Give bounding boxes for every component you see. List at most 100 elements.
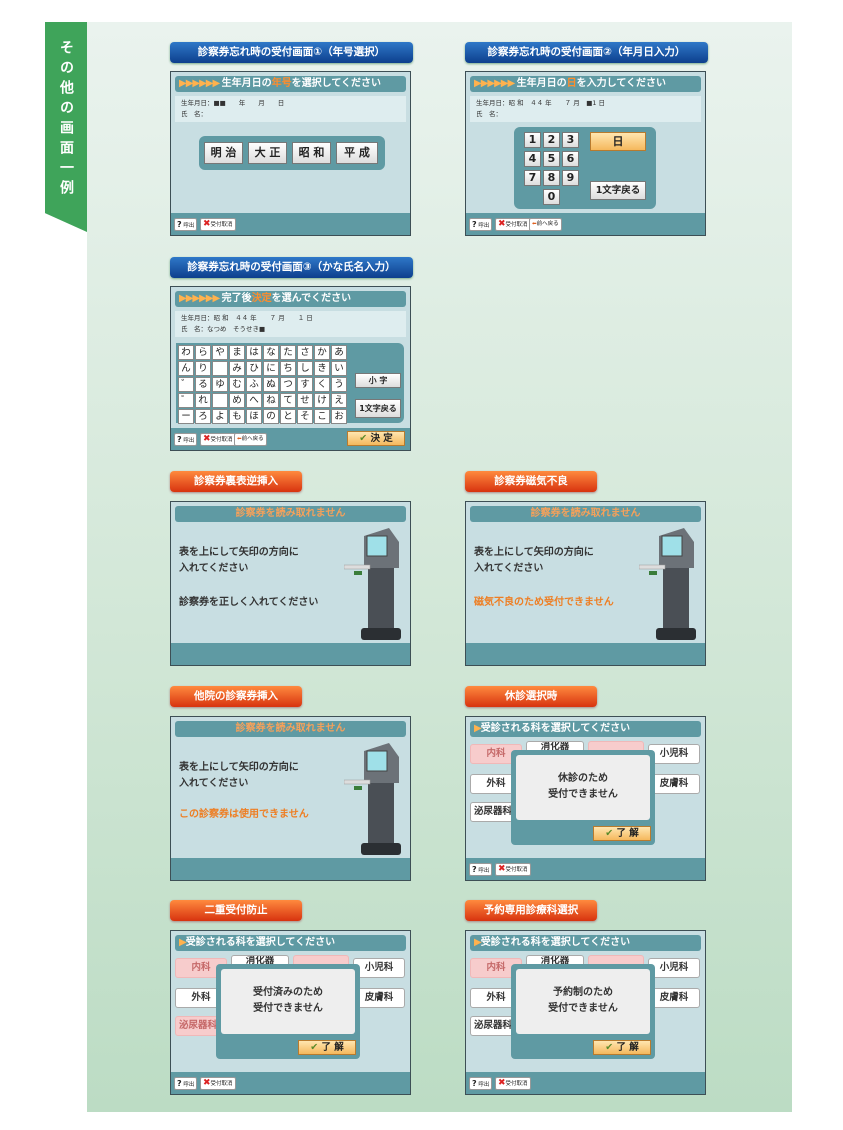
decide-button[interactable]: ✔ 決 定 xyxy=(347,431,405,446)
kana-key[interactable]: れ xyxy=(195,393,211,408)
kana-key[interactable]: い xyxy=(331,361,347,376)
kana-key[interactable]: ち xyxy=(280,361,296,376)
kana-key[interactable]: ん xyxy=(178,361,194,376)
cancel-button[interactable]: ✖受付取消 xyxy=(200,1077,236,1090)
dept-button-pediatrics[interactable]: 小児科 xyxy=(648,744,700,764)
kana-key[interactable]: こ xyxy=(314,409,330,424)
kana-key[interactable]: み xyxy=(229,361,245,376)
kana-key[interactable]: そ xyxy=(297,409,313,424)
cancel-button[interactable]: ✖受付取消 xyxy=(200,218,236,231)
ok-button[interactable]: ✔ 了 解 xyxy=(298,1040,356,1055)
kana-key[interactable]: ゛ xyxy=(178,377,194,392)
kana-key[interactable]: ほ xyxy=(246,409,262,424)
kana-key[interactable]: ね xyxy=(263,393,279,408)
key-5[interactable]: 5 xyxy=(543,151,560,167)
call-button[interactable]: ? 呼出 xyxy=(174,1077,198,1090)
cancel-button[interactable]: ✖受付取消 xyxy=(495,1077,531,1090)
kana-key[interactable]: の xyxy=(263,409,279,424)
key-1[interactable]: 1 xyxy=(524,132,541,148)
kana-key[interactable]: せ xyxy=(297,393,313,408)
kana-key[interactable]: も xyxy=(229,409,245,424)
kana-key[interactable]: く xyxy=(314,377,330,392)
key-2[interactable]: 2 xyxy=(543,132,560,148)
kana-key[interactable]: あ xyxy=(331,345,347,360)
panel-title: 他院の診察券挿入 xyxy=(170,686,302,707)
kana-key[interactable]: ゆ xyxy=(212,377,228,392)
ok-button[interactable]: ✔ 了 解 xyxy=(593,1040,651,1055)
call-button[interactable]: ? 呼出 xyxy=(469,218,493,231)
call-button[interactable]: ? 呼出 xyxy=(469,863,493,876)
kana-key[interactable]: う xyxy=(331,377,347,392)
kana-key[interactable]: さ xyxy=(297,345,313,360)
kana-key[interactable]: か xyxy=(314,345,330,360)
kana-key[interactable]: え xyxy=(331,393,347,408)
prev-button[interactable]: ⬅前へ戻る xyxy=(234,433,267,446)
key-4[interactable]: 4 xyxy=(524,151,541,167)
dept-button-pediatrics[interactable]: 小児科 xyxy=(353,958,405,978)
key-6[interactable]: 6 xyxy=(562,151,579,167)
day-button[interactable]: 日 xyxy=(590,132,646,151)
kana-key[interactable]: ぬ xyxy=(263,377,279,392)
key-8[interactable]: 8 xyxy=(543,170,560,186)
screen-header: ▶▶▶▶▶▶ 完了後決定を選んでください xyxy=(175,291,406,307)
cancel-button[interactable]: ✖受付取消 xyxy=(200,433,236,446)
kana-key[interactable]: む xyxy=(229,377,245,392)
kana-key[interactable]: と xyxy=(280,409,296,424)
name-line: 氏 名： xyxy=(476,110,502,118)
kana-key[interactable]: わ xyxy=(178,345,194,360)
kana-key[interactable]: ろ xyxy=(195,409,211,424)
kana-key[interactable]: ふ xyxy=(246,377,262,392)
prev-button[interactable]: ⬅前へ戻る xyxy=(529,218,562,231)
kana-key[interactable]: な xyxy=(263,345,279,360)
kana-key[interactable]: す xyxy=(297,377,313,392)
kana-key[interactable]: よ xyxy=(212,409,228,424)
kana-key[interactable] xyxy=(212,393,228,408)
era-button-showa[interactable]: 昭 和 xyxy=(292,142,331,164)
ok-button[interactable]: ✔ 了 解 xyxy=(593,826,651,841)
kana-key[interactable]: ゜ xyxy=(178,393,194,408)
close-icon: ✖ xyxy=(498,1078,506,1088)
kana-key[interactable]: お xyxy=(331,409,347,424)
key-9[interactable]: 9 xyxy=(562,170,579,186)
call-button[interactable]: ? 呼出 xyxy=(174,433,198,446)
dept-button-dermatology[interactable]: 皮膚科 xyxy=(648,988,700,1008)
backspace-button[interactable]: 1文字戻る xyxy=(590,181,646,200)
call-button[interactable]: ? 呼出 xyxy=(469,1077,493,1090)
dept-button-dermatology[interactable]: 皮膚科 xyxy=(353,988,405,1008)
small-char-button[interactable]: 小 字 xyxy=(355,373,401,388)
key-3[interactable]: 3 xyxy=(562,132,579,148)
key-0[interactable]: 0 xyxy=(543,189,560,205)
kana-key[interactable] xyxy=(212,361,228,376)
key-7[interactable]: 7 xyxy=(524,170,541,186)
kana-side-buttons: 小 字 1文字戻る xyxy=(352,343,404,423)
dialog-message: 受付済みのため 受付できません xyxy=(221,969,355,1034)
era-button-taisho[interactable]: 大 正 xyxy=(248,142,287,164)
backspace-button[interactable]: 1文字戻る xyxy=(355,399,401,418)
dept-button-dermatology[interactable]: 皮膚科 xyxy=(648,774,700,794)
kana-key[interactable]: や xyxy=(212,345,228,360)
cancel-button[interactable]: ✖受付取消 xyxy=(495,218,531,231)
screen-header: 診察券を読み取れません xyxy=(175,506,406,522)
kana-key[interactable]: め xyxy=(229,393,245,408)
kana-key[interactable]: に xyxy=(263,361,279,376)
kana-key[interactable]: け xyxy=(314,393,330,408)
kana-key[interactable]: へ xyxy=(246,393,262,408)
kana-key[interactable]: ひ xyxy=(246,361,262,376)
era-button-heisei[interactable]: 平 成 xyxy=(336,142,378,164)
era-button-meiji[interactable]: 明 治 xyxy=(204,142,243,164)
kana-key[interactable]: し xyxy=(297,361,313,376)
close-icon: ✖ xyxy=(498,219,506,229)
kana-key[interactable]: て xyxy=(280,393,296,408)
kana-key[interactable]: た xyxy=(280,345,296,360)
dept-button-pediatrics[interactable]: 小児科 xyxy=(648,958,700,978)
kana-key[interactable]: つ xyxy=(280,377,296,392)
kana-key[interactable]: は xyxy=(246,345,262,360)
kana-key[interactable]: き xyxy=(314,361,330,376)
cancel-button[interactable]: ✖受付取消 xyxy=(495,863,531,876)
kana-key[interactable]: ま xyxy=(229,345,245,360)
kana-key[interactable]: ー xyxy=(178,409,194,424)
kana-key[interactable]: る xyxy=(195,377,211,392)
call-button[interactable]: ? 呼出 xyxy=(174,218,198,231)
kana-key[interactable]: ら xyxy=(195,345,211,360)
kana-key[interactable]: り xyxy=(195,361,211,376)
